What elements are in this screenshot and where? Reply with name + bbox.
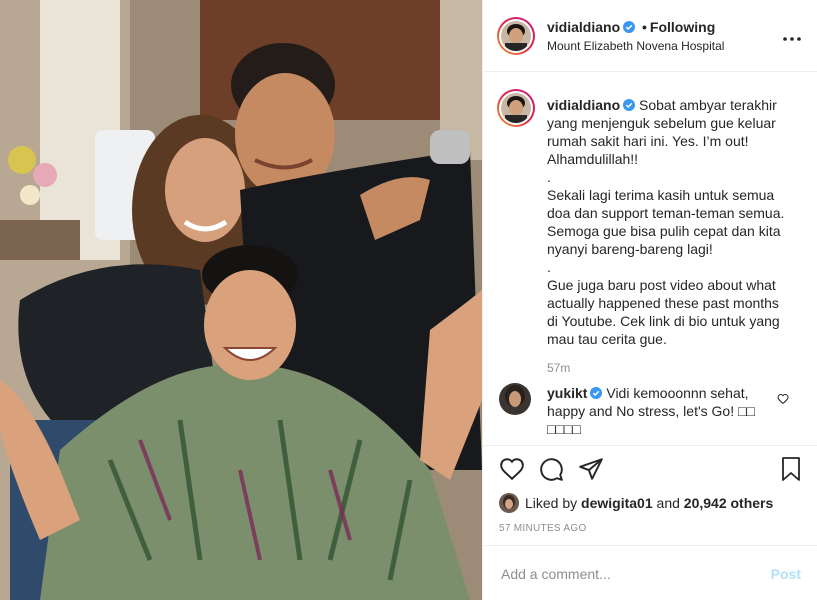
post-photo[interactable] (0, 0, 482, 600)
share-plane-icon[interactable] (578, 456, 604, 487)
caption-line: mau tau cerita gue. (547, 331, 667, 347)
following-button[interactable]: Following (650, 19, 715, 35)
comment-input[interactable] (499, 562, 753, 586)
post-comment-button[interactable]: Post (771, 566, 801, 582)
comment-text: happy and No stress, let's Go! □□ (547, 403, 755, 419)
comments-list: vidialdiano Sobat ambyar terakhir yang m… (483, 72, 817, 444)
post-caption: vidialdiano Sobat ambyar terakhir yang m… (547, 96, 791, 348)
caption-line: nyanyi bareng-bareng lagi! (547, 241, 713, 257)
verified-badge-icon (623, 99, 636, 111)
caption-line: yang menjenguk sebelum gue keluar (547, 115, 776, 131)
caption-line: Alhamdulillah!! (547, 151, 639, 167)
likes-prefix: Liked by (525, 495, 578, 511)
comment-username[interactable]: yukikt (547, 385, 587, 401)
likes-count[interactable]: 20,942 others (684, 495, 774, 511)
comment-item: yukikt Vidi kemooonnn sehat, happy and N… (547, 384, 762, 438)
like-heart-icon[interactable] (499, 456, 525, 487)
caption-line: doa dan support teman-teman semua. (547, 205, 785, 221)
header-separator: • (642, 19, 647, 35)
caption-time[interactable]: 57m (547, 361, 570, 375)
author-avatar[interactable] (497, 17, 535, 55)
photo-illustration (0, 0, 482, 600)
save-bookmark-icon[interactable] (779, 456, 803, 487)
caption-line: . (547, 259, 551, 275)
comment-bubble-icon[interactable] (538, 456, 564, 487)
caption-username[interactable]: vidialdiano (547, 97, 620, 113)
liker-username[interactable]: dewigita01 (581, 495, 653, 511)
caption-line: di Youtube. Cek link di bio untuk yang (547, 313, 780, 329)
commenter-avatar[interactable] (499, 383, 531, 415)
verified-badge-icon (590, 387, 603, 399)
post-timestamp[interactable]: 57 MINUTES AGO (499, 523, 587, 534)
comment-text: □□□□ (547, 421, 581, 437)
action-bar (483, 445, 817, 496)
post-header: vidialdiano • Following Mount Elizabeth N… (483, 0, 817, 72)
caption-line: . (547, 169, 551, 185)
caption-line: Sekali lagi terima kasih untuk semua (547, 187, 775, 203)
likes-summary: Liked by dewigita01 and 20,942 others (499, 493, 773, 513)
comment-text: Vidi kemooonnn sehat, (606, 385, 749, 401)
caption-line: Sobat ambyar terakhir (639, 97, 777, 113)
caption-line: Gue juga baru post video about what (547, 277, 776, 293)
caption-line: Semoga gue bisa pulih cepat dan kita (547, 223, 781, 239)
caption-line: actually happened these past months (547, 295, 779, 311)
verified-badge-icon (623, 21, 636, 33)
post-sidebar: vidialdiano • Following Mount Elizabeth N… (482, 0, 817, 600)
instagram-post: vidialdiano • Following Mount Elizabeth N… (0, 0, 817, 600)
likes-and: and (656, 495, 680, 511)
caption-line: rumah sakit hari ini. Yes. I’m out! (547, 133, 749, 149)
more-options-icon[interactable] (783, 25, 801, 46)
liker-avatar[interactable] (499, 493, 519, 513)
add-comment-bar: Post (483, 545, 817, 601)
post-location[interactable]: Mount Elizabeth Novena Hospital (547, 39, 724, 53)
like-comment-heart-icon[interactable] (777, 392, 789, 410)
author-username[interactable]: vidialdiano (547, 19, 620, 35)
header-line: vidialdiano • Following (547, 19, 715, 35)
caption-avatar[interactable] (497, 89, 535, 127)
